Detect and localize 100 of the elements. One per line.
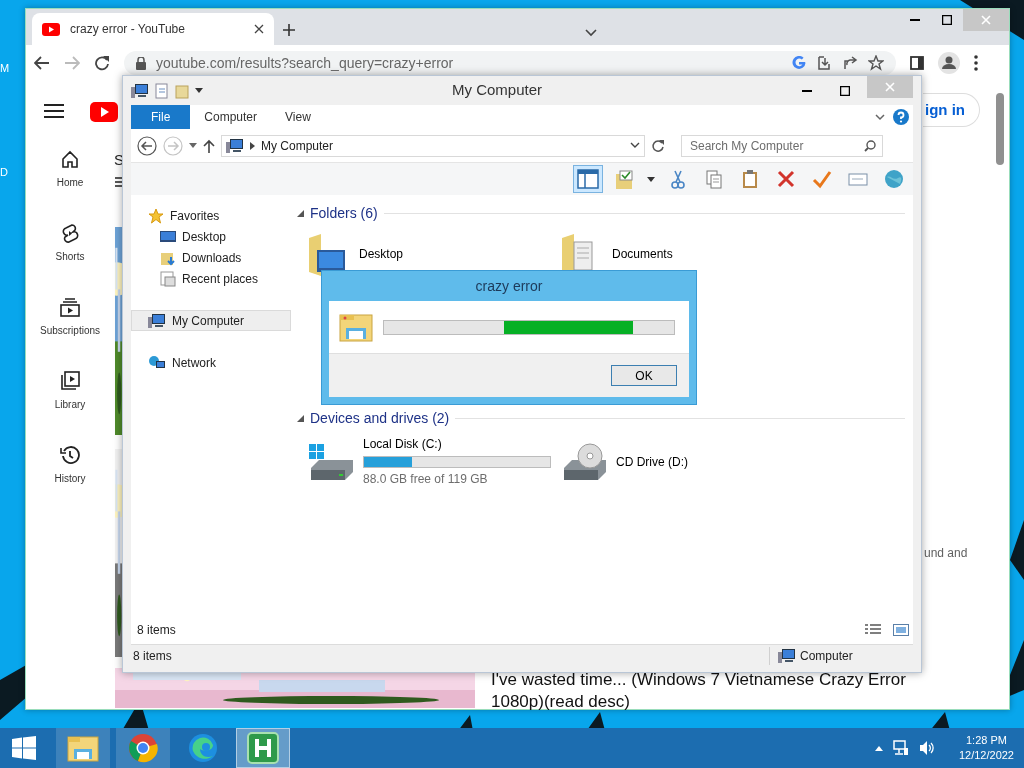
- nav-item[interactable]: Recent places: [131, 268, 291, 289]
- volume-button[interactable]: [918, 740, 935, 756]
- ok-button[interactable]: OK: [611, 365, 677, 386]
- shorts-icon: [60, 223, 80, 243]
- kebab-menu-icon: [974, 55, 978, 71]
- status-text: 8 items: [133, 647, 173, 665]
- letter-h-app-icon: [247, 732, 279, 764]
- free-space-text: 88.0 GB free of 119 GB: [363, 471, 489, 488]
- recent-locations-button[interactable]: [189, 143, 197, 148]
- ribbon-tab[interactable]: File: [131, 105, 191, 129]
- guide-item[interactable]: Subscriptions: [33, 297, 107, 371]
- status-text: Computer: [800, 647, 853, 665]
- taskbar-app-button[interactable]: [56, 728, 110, 768]
- maximize-icon: [942, 15, 952, 25]
- sign-in-button[interactable]: ign in: [923, 93, 980, 127]
- up-arrow-icon: [203, 138, 215, 153]
- search-field[interactable]: Search My Computer: [681, 134, 883, 157]
- up-button[interactable]: [203, 138, 215, 153]
- subscriptions-icon: [60, 297, 80, 317]
- nav-item[interactable]: Network: [131, 352, 291, 373]
- description-text: und and: [924, 545, 968, 562]
- network-icon: [148, 354, 166, 371]
- address-bar[interactable]: My Computer: [221, 134, 645, 157]
- chevron-down-icon: [584, 29, 597, 37]
- profile-button[interactable]: [938, 52, 960, 74]
- properties-icon: [155, 82, 169, 99]
- close-icon: [981, 15, 991, 25]
- back-button[interactable]: [34, 56, 50, 70]
- scissors-icon: [668, 169, 688, 189]
- lock-icon: [136, 56, 146, 70]
- recent-places-icon: [160, 270, 176, 287]
- drive-item[interactable]: Local Disk (C:) 88.0 GB free of 119 GB: [307, 435, 560, 488]
- collapse-button[interactable]: [297, 415, 304, 422]
- folder-check-icon: [614, 169, 634, 189]
- clock-time[interactable]: 1:28 PM: [966, 732, 1007, 748]
- guide-item[interactable]: History: [33, 445, 107, 519]
- item-count: 8 items: [137, 622, 177, 639]
- nav-item[interactable]: Downloads: [131, 247, 291, 268]
- scrollbar-thumb[interactable]: [996, 93, 1004, 165]
- window-title: My Computer: [451, 80, 543, 101]
- collapse-button[interactable]: [297, 210, 304, 217]
- back-button[interactable]: [137, 135, 157, 156]
- minimize-icon: [910, 19, 920, 21]
- home-icon: [60, 149, 80, 169]
- network-icon: [892, 740, 909, 756]
- back-arrow-icon: [34, 56, 50, 70]
- menu-button[interactable]: [44, 104, 64, 118]
- side-panel-button[interactable]: [910, 56, 924, 70]
- chevron-down-icon: [630, 142, 640, 149]
- clock-date[interactable]: 12/12/2022: [958, 748, 1014, 764]
- tab-close-button[interactable]: [254, 24, 264, 34]
- delete-icon: [776, 169, 796, 189]
- chrome-icon: [128, 733, 158, 763]
- details-view-button[interactable]: [865, 624, 881, 636]
- new-tab-button[interactable]: [282, 23, 296, 37]
- close-icon: [254, 24, 264, 34]
- youtube-logo[interactable]: [90, 102, 118, 122]
- menu-button[interactable]: [974, 55, 978, 71]
- tab-search-button[interactable]: [584, 29, 597, 37]
- close-icon: [885, 82, 895, 92]
- guide-item[interactable]: Library: [33, 371, 107, 445]
- star-icon: [148, 207, 164, 224]
- youtube-icon: [42, 22, 60, 36]
- library-icon: [60, 371, 80, 391]
- help-icon: [893, 109, 909, 125]
- video-title[interactable]: I've wasted time... (Windows 7 Vietnamese Crazy Error 1080p)(read desc): [491, 669, 911, 714]
- nav-item[interactable]: Desktop: [131, 226, 291, 247]
- computer-icon: [778, 647, 796, 664]
- nav-item[interactable]: Favorites: [131, 205, 291, 226]
- caret-down-icon: [195, 87, 203, 94]
- search-icon: [864, 139, 876, 152]
- large-icons-view-icon: [893, 624, 909, 636]
- nav-item[interactable]: My Computer: [131, 310, 291, 331]
- reload-button[interactable]: [94, 55, 110, 71]
- reload-icon: [94, 55, 110, 71]
- tab-title: crazy error - YouTube: [70, 21, 186, 38]
- address-bar[interactable]: youtube.com/results?search_query=crazy+error: [124, 51, 896, 75]
- browser-tab[interactable]: crazy error - YouTube: [32, 13, 274, 45]
- pane-layout-icon: [577, 169, 599, 189]
- drive-label: Local Disk (C:): [363, 436, 443, 453]
- drive-label: CD Drive (D:): [616, 453, 688, 471]
- copy-icon: [704, 169, 724, 189]
- network-button[interactable]: [892, 740, 909, 756]
- clipboard-icon: [740, 169, 760, 189]
- folder-icon: [67, 734, 99, 762]
- large-icons-view-button[interactable]: [893, 624, 909, 636]
- guide-item[interactable]: Shorts: [33, 223, 107, 297]
- drive-item[interactable]: CD Drive (D:): [560, 435, 813, 488]
- refresh-button[interactable]: [651, 138, 665, 153]
- edge-icon: [188, 733, 218, 763]
- preview-pane-button[interactable]: [573, 165, 603, 193]
- refresh-icon: [651, 138, 665, 153]
- taskbar-app-button[interactable]: [236, 728, 290, 768]
- google-icon: [792, 56, 806, 70]
- taskbar-app-button[interactable]: [116, 728, 170, 768]
- guide-item[interactable]: Home: [33, 149, 107, 223]
- show-hidden-icons-button[interactable]: [874, 745, 883, 751]
- caret-down-icon: [647, 176, 655, 182]
- star-icon: [868, 55, 884, 71]
- side-panel-icon: [910, 56, 924, 70]
